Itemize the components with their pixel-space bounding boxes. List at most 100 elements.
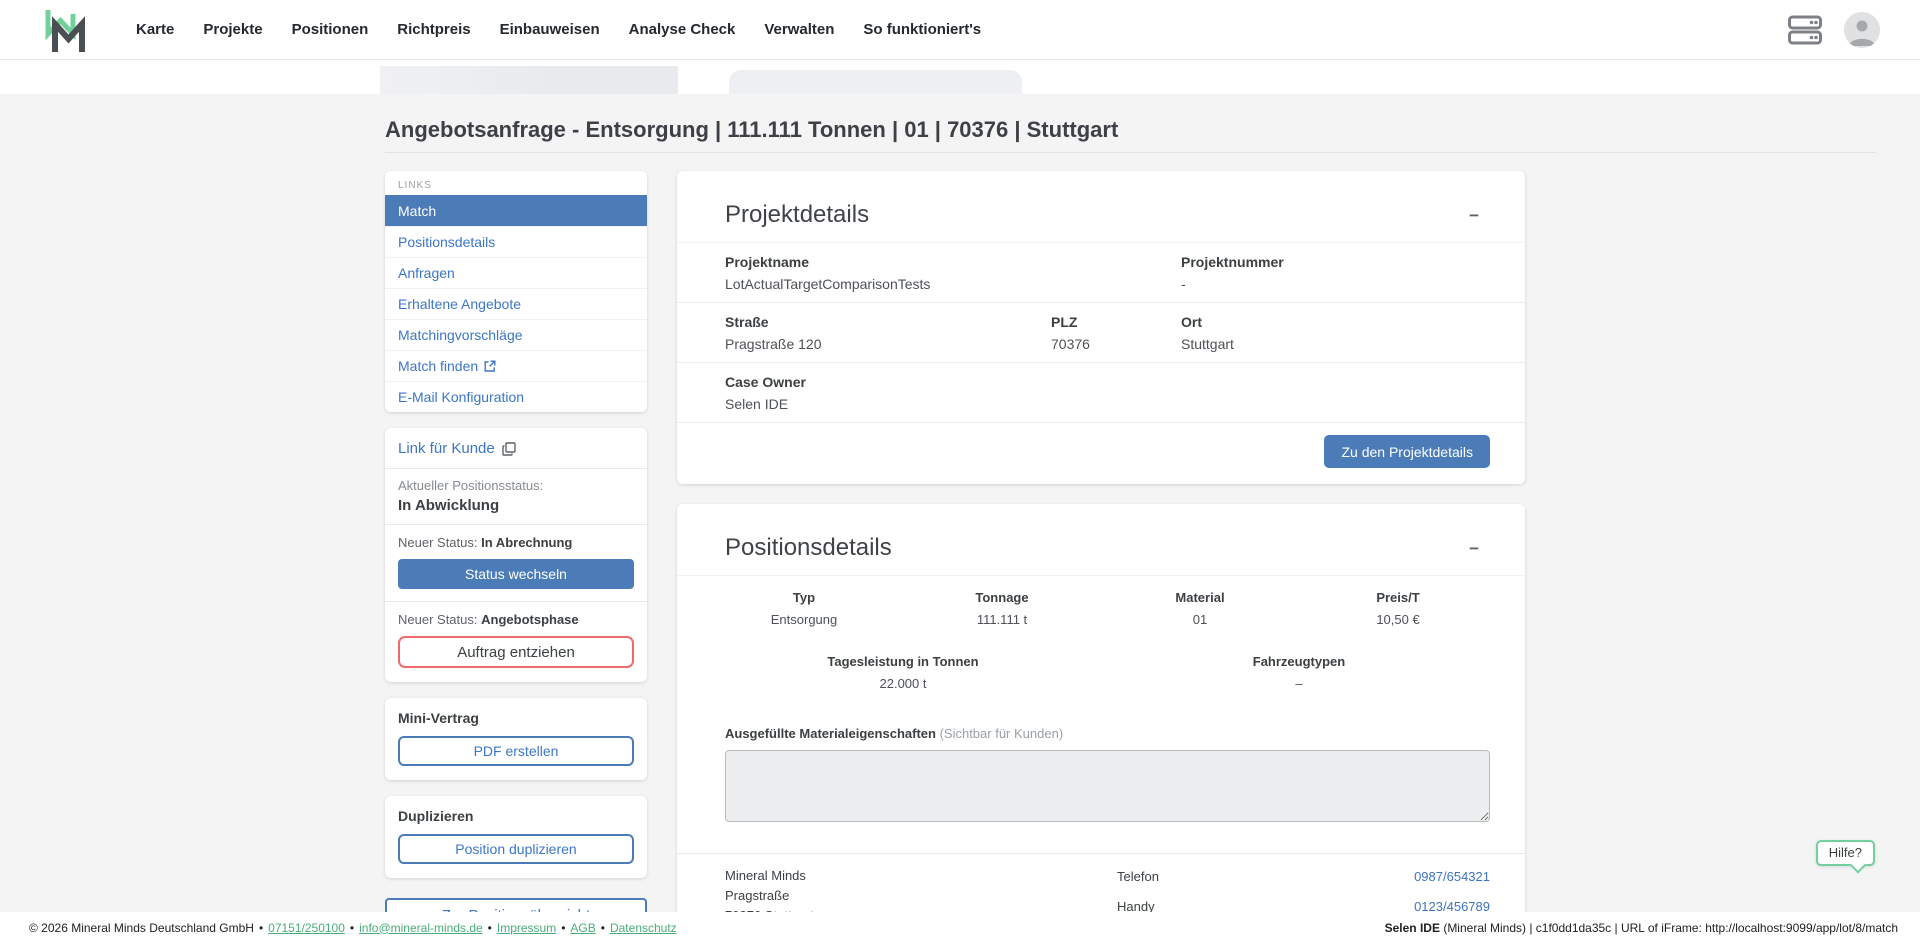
field-tonnage: Tonnage 111.111 t: [903, 590, 1101, 627]
phone-link[interactable]: 0987/654321: [1414, 869, 1490, 884]
field-label: Projektnummer: [1181, 254, 1284, 270]
contact-section: Mineral Minds Pragstraße 70376 Stuttgart…: [677, 853, 1525, 912]
kunde-card: Link für Kunde Aktueller Positionsstatus…: [385, 428, 647, 682]
field-tagesleistung: Tagesleistung in Tonnen 22.000 t: [705, 654, 1101, 691]
links-card: LINKS Match Positionsdetails Anfragen Er…: [385, 171, 647, 412]
separator-dot: •: [487, 920, 492, 935]
app-root: Karte Projekte Positionen Richtpreis Ein…: [0, 0, 1920, 943]
mini-vertrag-title: Mini-Vertrag: [398, 710, 479, 726]
title-divider: [385, 152, 1876, 153]
field-value: 70376: [1051, 336, 1090, 352]
new-status-value: In Abrechnung: [481, 535, 573, 550]
projektdetails-card: Projektdetails − Projektname LotActualTa…: [677, 171, 1525, 484]
contact-row-handy: Handy 0123/456789: [1117, 891, 1490, 913]
sidebar-item-positionsdetails[interactable]: Positionsdetails: [385, 226, 647, 257]
revert-status-text: Neuer Status: Angebotsphase: [385, 602, 647, 627]
mobile-link[interactable]: 0123/456789: [1414, 899, 1490, 913]
field-label: Preis/T: [1376, 590, 1420, 605]
copyright-text: © 2026 Mineral Minds Deutschland GmbH: [29, 920, 254, 935]
sidebar-item-match-finden[interactable]: Match finden: [385, 350, 647, 381]
field-value: 10,50 €: [1376, 612, 1420, 627]
footer-session-info: (Mineral Minds) | c1f0dd1da35c | URL of …: [1439, 920, 1898, 935]
duplizieren-card: Duplizieren Position duplizieren: [385, 796, 647, 878]
nav-item-positionen[interactable]: Positionen: [292, 21, 369, 38]
link-fuer-kunde[interactable]: Link für Kunde: [385, 428, 647, 468]
collapse-icon[interactable]: −: [1463, 205, 1485, 226]
contact-row-telefon: Telefon 0987/654321: [1117, 861, 1490, 891]
field-preis-t: Preis/T 10,50 €: [1299, 590, 1497, 627]
links-header: LINKS: [398, 180, 432, 191]
field-ort: Ort Stuttgart: [1181, 314, 1490, 353]
sidebar-item-matchingvorschlaege[interactable]: Matchingvorschläge: [385, 319, 647, 350]
field-label: Material: [1175, 590, 1225, 605]
scroll-strip: [0, 61, 1920, 94]
position-row-2: Tagesleistung in Tonnen 22.000 t Fahrzeu…: [677, 627, 1525, 691]
projekt-row-3: Case Owner Selen IDE: [677, 363, 1525, 422]
footer-link-datenschutz[interactable]: Datenschutz: [610, 921, 677, 935]
footer-link-phone[interactable]: 07151/250100: [268, 921, 345, 935]
footer-right: Selen IDE (Mineral Minds) | c1f0dd1da35c…: [1385, 921, 1898, 935]
current-status-block: Aktueller Positionsstatus: In Abwicklung: [385, 469, 647, 524]
field-value: Selen IDE: [725, 396, 789, 412]
navbar: Karte Projekte Positionen Richtpreis Ein…: [0, 0, 1920, 60]
field-value: Pragstraße 120: [725, 336, 822, 352]
projekt-row-1: Projektname LotActualTargetComparisonTes…: [677, 243, 1525, 302]
nav-item-einbauweisen[interactable]: Einbauweisen: [500, 21, 600, 38]
nav-item-verwalten[interactable]: Verwalten: [764, 21, 834, 38]
collapse-icon[interactable]: −: [1463, 538, 1485, 559]
field-label: Typ: [792, 590, 816, 605]
pdf-erstellen-button[interactable]: PDF erstellen: [398, 736, 634, 766]
mineral-minds-logo[interactable]: [44, 7, 86, 53]
sidebar: LINKS Match Positionsdetails Anfragen Er…: [385, 171, 647, 912]
auftrag-entziehen-button[interactable]: Auftrag entziehen: [398, 636, 634, 668]
nav-item-analyse-check[interactable]: Analyse Check: [629, 21, 736, 38]
zur-positionsuebersicht-button[interactable]: Zur Positionsübersicht: [385, 898, 647, 912]
footer-link-impressum[interactable]: Impressum: [497, 921, 556, 935]
duplizieren-title: Duplizieren: [398, 808, 474, 824]
revert-status-label: Neuer Status:: [398, 612, 478, 627]
field-value: 01: [1192, 612, 1208, 627]
nav-item-richtpreis[interactable]: Richtpreis: [397, 21, 470, 38]
zu-den-projektdetails-button[interactable]: Zu den Projektdetails: [1324, 435, 1490, 468]
nav-item-karte[interactable]: Karte: [136, 21, 174, 38]
contact-company: Mineral Minds: [725, 868, 806, 883]
field-label: PLZ: [1051, 314, 1078, 330]
nav-item-so-funktionierts[interactable]: So funktioniert's: [863, 21, 981, 38]
status-wechseln-button[interactable]: Status wechseln: [398, 559, 634, 589]
page-title: Angebotsanfrage - Entsorgung | 111.111 T…: [385, 117, 1119, 142]
field-label: Ort: [1181, 314, 1202, 330]
footer: © 2026 Mineral Minds Deutschland GmbH • …: [0, 912, 1920, 943]
logo-icon: [45, 9, 85, 52]
sidebar-item-anfragen[interactable]: Anfragen: [385, 257, 647, 288]
sidebar-item-erhaltene-angebote[interactable]: Erhaltene Angebote: [385, 288, 647, 319]
field-label: Case Owner: [725, 374, 806, 390]
server-icon[interactable]: [1788, 15, 1822, 45]
field-value: 111.111 t: [976, 612, 1028, 627]
field-plz: PLZ 70376: [1051, 314, 1181, 353]
field-label: Tagesleistung in Tonnen: [827, 654, 979, 669]
field-projektnummer: Projektnummer -: [1181, 254, 1490, 293]
positionsdetails-title: Positionsdetails: [725, 534, 892, 561]
hilfe-button[interactable]: Hilfe?: [1815, 840, 1875, 866]
user-avatar[interactable]: [1844, 11, 1880, 48]
field-material: Material 01: [1101, 590, 1299, 627]
projektdetails-title: Projektdetails: [725, 201, 870, 228]
external-link-icon: [484, 360, 496, 372]
phone-label: Telefon: [1117, 868, 1159, 884]
footer-link-agb[interactable]: AGB: [570, 921, 595, 935]
current-status-value: In Abwicklung: [398, 497, 500, 514]
position-duplizieren-button[interactable]: Position duplizieren: [398, 834, 634, 864]
footer-link-email[interactable]: info@mineral-minds.de: [359, 921, 483, 935]
nav-item-projekte[interactable]: Projekte: [203, 21, 262, 38]
link-fuer-kunde-label: Link für Kunde: [398, 440, 495, 457]
current-status-label: Aktueller Positionsstatus:: [398, 478, 544, 493]
field-strasse: Straße Pragstraße 120: [725, 314, 1051, 353]
sidebar-item-email-konfiguration[interactable]: E-Mail Konfiguration: [385, 381, 647, 412]
mobile-label: Handy: [1117, 898, 1155, 913]
field-value: LotActualTargetComparisonTests: [725, 276, 931, 292]
sidebar-item-match[interactable]: Match: [385, 195, 647, 226]
material-properties-textarea[interactable]: [725, 750, 1490, 822]
contact-address: Mineral Minds Pragstraße 70376 Stuttgart: [725, 861, 1117, 912]
field-fahrzeugtypen: Fahrzeugtypen –: [1101, 654, 1497, 691]
separator-dot: •: [600, 920, 605, 935]
